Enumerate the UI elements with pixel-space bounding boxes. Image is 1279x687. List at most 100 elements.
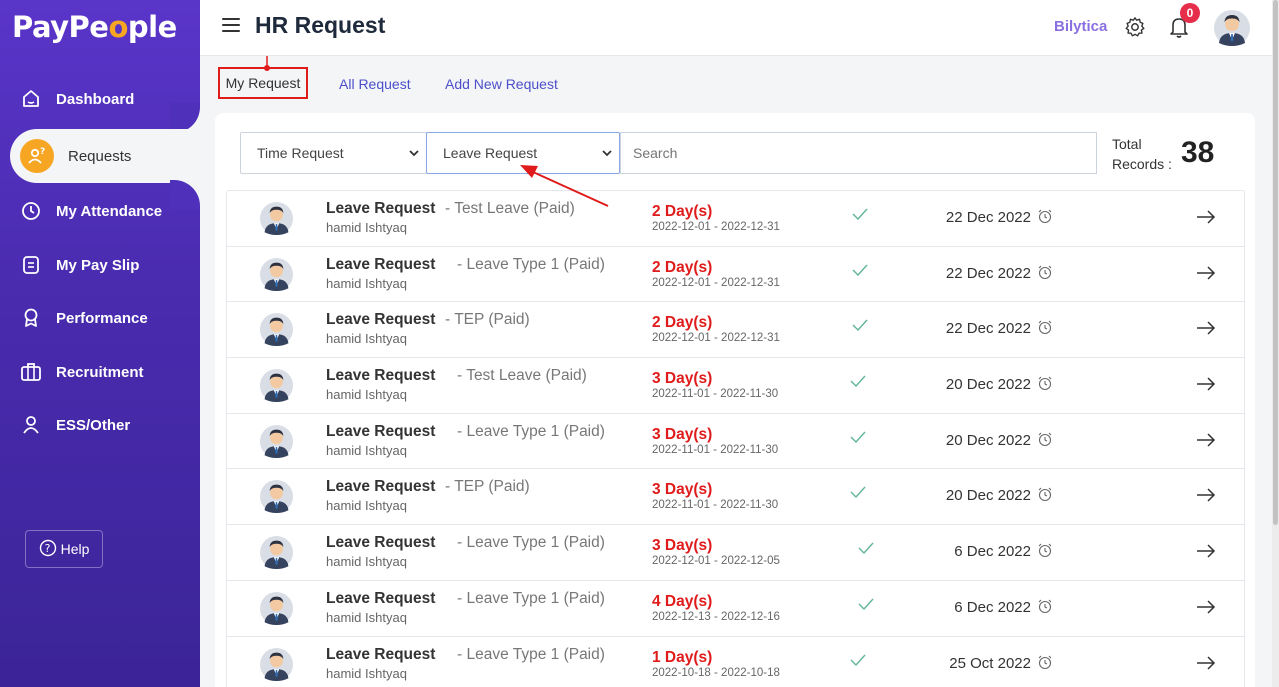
company-link[interactable]: Bilytica bbox=[1054, 18, 1107, 35]
date-range: 2022-11-01 - 2022-11-30 bbox=[652, 443, 779, 456]
question-circle-icon: ? bbox=[39, 539, 57, 560]
date-range: 2022-12-01 - 2022-12-31 bbox=[652, 276, 780, 289]
request-date: 20 Dec 2022 bbox=[945, 376, 1031, 394]
arrow-right-icon[interactable] bbox=[1195, 543, 1217, 564]
table-row[interactable]: Leave Request - Leave Type 1 (Paid) hami… bbox=[227, 247, 1244, 303]
search-input[interactable] bbox=[620, 132, 1097, 174]
gear-icon[interactable] bbox=[1124, 16, 1146, 43]
table-row[interactable]: Leave Request - Leave Type 1 (Paid) hami… bbox=[227, 525, 1244, 581]
check-icon bbox=[849, 653, 867, 672]
alarm-clock-icon bbox=[1037, 208, 1053, 229]
table-row[interactable]: Leave Request - Test Leave (Paid) hamid … bbox=[227, 191, 1244, 247]
sidebar-item-performance[interactable]: Performance bbox=[0, 295, 200, 341]
avatar bbox=[260, 313, 293, 347]
leave-type: - Leave Type 1 (Paid) bbox=[457, 645, 605, 663]
sidebar: PayPeople Dashboard ? Requests My Attend… bbox=[0, 0, 200, 687]
table-row[interactable]: Leave Request - Leave Type 1 (Paid) hami… bbox=[227, 581, 1244, 637]
arrow-right-icon[interactable] bbox=[1195, 265, 1217, 286]
leave-days: 4 Day(s) bbox=[652, 592, 713, 610]
page-title: HR Request bbox=[255, 12, 386, 38]
check-icon bbox=[857, 597, 875, 616]
tab-all-request[interactable]: All Request bbox=[339, 76, 411, 92]
avatar bbox=[260, 369, 293, 403]
document-icon bbox=[20, 254, 42, 276]
leave-type: - Test Leave (Paid) bbox=[457, 367, 587, 385]
arrow-right-icon[interactable] bbox=[1195, 432, 1217, 453]
leave-type-select[interactable]: Leave Request bbox=[426, 132, 620, 174]
check-icon bbox=[851, 263, 869, 282]
page-scrollbar[interactable] bbox=[1272, 0, 1279, 687]
check-icon bbox=[849, 430, 867, 449]
request-type: Leave Request bbox=[326, 311, 436, 329]
notification-badge: 0 bbox=[1180, 3, 1200, 23]
arrow-right-icon[interactable] bbox=[1195, 655, 1217, 676]
request-date: 22 Dec 2022 bbox=[945, 264, 1031, 282]
sidebar-item-label: My Attendance bbox=[56, 202, 163, 220]
request-type: Leave Request bbox=[326, 367, 436, 385]
sidebar-item-payslip[interactable]: My Pay Slip bbox=[0, 242, 200, 288]
employee-name: hamid Ishtyaq bbox=[326, 220, 407, 235]
svg-text:?: ? bbox=[40, 147, 45, 157]
sidebar-item-label: Dashboard bbox=[56, 90, 135, 108]
date-range: 2022-10-18 - 2022-10-18 bbox=[652, 666, 780, 679]
request-type-select[interactable]: Time Request bbox=[240, 132, 427, 174]
arrow-right-icon[interactable] bbox=[1195, 320, 1217, 341]
table-row[interactable]: Leave Request - Leave Type 1 (Paid) hami… bbox=[227, 414, 1244, 470]
help-button[interactable]: ? Help bbox=[25, 530, 103, 568]
tab-add-new-request[interactable]: Add New Request bbox=[445, 76, 558, 92]
alarm-clock-icon bbox=[1037, 431, 1053, 452]
leave-type: - Test Leave (Paid) bbox=[445, 200, 575, 217]
check-icon bbox=[857, 541, 875, 560]
leave-days: 1 Day(s) bbox=[652, 648, 713, 666]
arrow-right-icon[interactable] bbox=[1195, 487, 1217, 508]
arrow-right-icon[interactable] bbox=[1195, 599, 1217, 620]
total-records-value: 38 bbox=[1181, 136, 1215, 169]
alarm-clock-icon bbox=[1037, 598, 1053, 619]
requests-icon: ? bbox=[20, 139, 54, 173]
request-type: Leave Request bbox=[326, 589, 436, 607]
table-row[interactable]: Leave Request - Leave Type 1 (Paid) hami… bbox=[227, 637, 1244, 687]
home-icon bbox=[20, 88, 42, 110]
date-range: 2022-12-13 - 2022-12-16 bbox=[652, 610, 780, 623]
logo[interactable]: PayPeople bbox=[12, 10, 177, 44]
briefcase-icon bbox=[20, 361, 42, 383]
sidebar-item-attendance[interactable]: My Attendance bbox=[0, 188, 200, 234]
avatar bbox=[260, 647, 293, 681]
leave-type: - Leave Type 1 (Paid) bbox=[457, 255, 605, 273]
date-range: 2022-11-01 - 2022-11-30 bbox=[652, 499, 779, 512]
leave-days: 2 Day(s) bbox=[652, 314, 713, 332]
avatar[interactable] bbox=[1214, 10, 1250, 46]
svg-text:?: ? bbox=[44, 542, 50, 555]
sidebar-item-requests[interactable]: ? Requests bbox=[10, 129, 200, 183]
leave-days: 2 Day(s) bbox=[652, 203, 713, 220]
request-date: 20 Dec 2022 bbox=[945, 431, 1031, 449]
avatar bbox=[260, 591, 293, 625]
request-date: 6 Dec 2022 bbox=[954, 543, 1031, 561]
sidebar-item-ess[interactable]: ESS/Other bbox=[0, 402, 200, 448]
table-row[interactable]: Leave Request - Test Leave (Paid) hamid … bbox=[227, 358, 1244, 414]
table-row[interactable]: Leave Request - TEP (Paid) hamid Ishtyaq… bbox=[227, 302, 1244, 359]
clock-icon bbox=[20, 200, 42, 222]
menu-icon[interactable] bbox=[222, 18, 240, 36]
chevron-down-icon bbox=[601, 146, 613, 162]
alarm-clock-icon bbox=[1037, 264, 1053, 285]
arrow-right-icon[interactable] bbox=[1195, 376, 1217, 397]
request-type: Leave Request bbox=[326, 645, 436, 663]
check-icon bbox=[851, 207, 869, 226]
sidebar-item-recruitment[interactable]: Recruitment bbox=[0, 349, 200, 395]
check-icon bbox=[849, 374, 867, 393]
sidebar-item-label: ESS/Other bbox=[56, 416, 131, 434]
request-date: 6 Dec 2022 bbox=[954, 598, 1031, 616]
scroll-thumb[interactable] bbox=[1273, 0, 1278, 525]
check-icon bbox=[851, 318, 869, 337]
request-date: 25 Oct 2022 bbox=[949, 654, 1031, 672]
leave-days: 3 Day(s) bbox=[652, 425, 713, 443]
employee-name: hamid Ishtyaq bbox=[326, 275, 407, 291]
tab-my-request[interactable]: My Request bbox=[218, 67, 308, 99]
employee-name: hamid Ishtyaq bbox=[326, 331, 407, 347]
sidebar-item-label: Requests bbox=[68, 147, 132, 165]
leave-type: - Leave Type 1 (Paid) bbox=[457, 422, 605, 440]
arrow-right-icon[interactable] bbox=[1195, 209, 1217, 230]
request-type: Leave Request bbox=[326, 422, 436, 440]
table-row[interactable]: Leave Request - TEP (Paid) hamid Ishtyaq… bbox=[227, 469, 1244, 526]
